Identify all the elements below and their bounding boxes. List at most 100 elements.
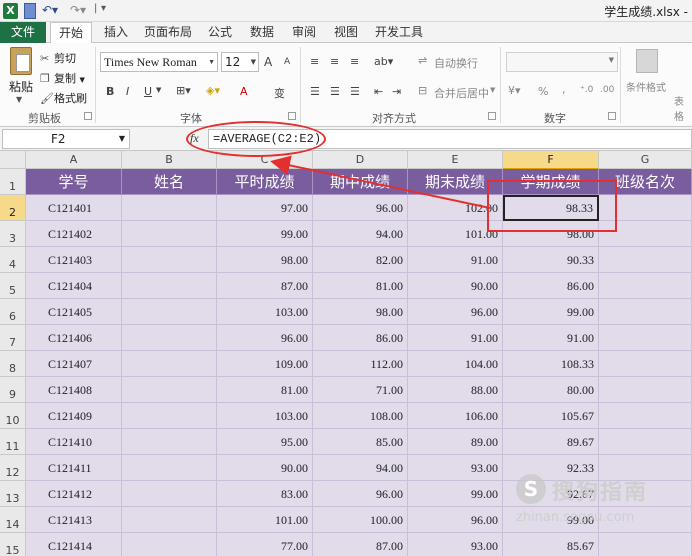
table-cell[interactable]: 99.00 (503, 507, 599, 533)
table-cell[interactable]: 96.00 (408, 507, 503, 533)
tab-data[interactable]: 数据 (244, 22, 280, 43)
table-cell[interactable] (599, 377, 692, 403)
column-header-a[interactable]: A (26, 151, 122, 169)
table-cell[interactable]: C121411 (26, 455, 122, 481)
table-cell[interactable]: 108.00 (313, 403, 408, 429)
table-cell[interactable]: 99.00 (217, 221, 313, 247)
italic-button[interactable]: I (126, 85, 129, 98)
table-cell[interactable]: C121407 (26, 351, 122, 377)
borders-icon[interactable]: ⊞▾ (176, 84, 191, 97)
table-cell[interactable]: 94.00 (313, 455, 408, 481)
table-cell[interactable]: 91.00 (503, 325, 599, 351)
table-cell[interactable]: 77.00 (217, 533, 313, 556)
table-cell[interactable] (122, 377, 217, 403)
table-cell[interactable]: C121409 (26, 403, 122, 429)
paste-icon[interactable] (10, 47, 32, 75)
align-middle-icon[interactable]: ≡ (330, 55, 339, 68)
header-cell[interactable]: 姓名 (122, 169, 217, 195)
table-cell[interactable] (122, 403, 217, 429)
table-cell[interactable]: 89.67 (503, 429, 599, 455)
table-cell[interactable]: 87.00 (313, 533, 408, 556)
table-cell[interactable]: 85.67 (503, 533, 599, 556)
table-cell[interactable] (122, 273, 217, 299)
table-cell[interactable]: C121403 (26, 247, 122, 273)
tab-developer[interactable]: 开发工具 (370, 22, 428, 43)
table-cell[interactable]: 99.00 (408, 481, 503, 507)
table-cell[interactable] (122, 247, 217, 273)
copy-button[interactable]: ❐ 复制 ▼ (40, 70, 85, 86)
clipboard-launcher-icon[interactable] (84, 112, 92, 120)
table-cell[interactable]: 101.00 (217, 507, 313, 533)
table-cell[interactable]: 112.00 (313, 351, 408, 377)
table-cell[interactable]: 98.00 (503, 221, 599, 247)
header-cell[interactable]: 学期成绩 (503, 169, 599, 195)
row-header-7[interactable]: 7 (0, 325, 26, 351)
selected-cell[interactable]: 98.33 (503, 195, 599, 221)
insert-function-icon[interactable]: fx (190, 131, 199, 146)
table-cell[interactable]: 104.00 (408, 351, 503, 377)
format-as-table-button[interactable]: 表格 (674, 93, 692, 123)
table-cell[interactable]: 101.00 (408, 221, 503, 247)
row-header-1[interactable]: 1 (0, 169, 26, 195)
decrease-indent-icon[interactable]: ⇤ (374, 85, 383, 98)
table-cell[interactable]: 99.00 (503, 299, 599, 325)
align-bottom-icon[interactable]: ≡ (350, 55, 359, 68)
table-cell[interactable]: 88.00 (408, 377, 503, 403)
table-cell[interactable]: C121414 (26, 533, 122, 556)
table-cell[interactable]: C121408 (26, 377, 122, 403)
table-cell[interactable]: 81.00 (313, 273, 408, 299)
table-cell[interactable]: 103.00 (217, 299, 313, 325)
phonetic-button[interactable]: 变 (274, 85, 285, 101)
table-cell[interactable]: 108.33 (503, 351, 599, 377)
table-cell[interactable]: C121401 (26, 195, 122, 221)
table-cell[interactable]: 96.00 (313, 195, 408, 221)
table-cell[interactable] (599, 429, 692, 455)
header-cell[interactable]: 期中成绩 (313, 169, 408, 195)
table-cell[interactable]: 89.00 (408, 429, 503, 455)
table-cell[interactable]: 90.33 (503, 247, 599, 273)
row-header-8[interactable]: 8 (0, 351, 26, 377)
paste-button-label[interactable]: 粘贴 (9, 78, 33, 95)
table-cell[interactable]: 96.00 (313, 481, 408, 507)
align-center-icon[interactable]: ☰ (330, 85, 340, 98)
row-header-6[interactable]: 6 (0, 299, 26, 325)
tab-review[interactable]: 审阅 (286, 22, 322, 43)
table-cell[interactable]: C121405 (26, 299, 122, 325)
table-cell[interactable] (122, 299, 217, 325)
tab-view[interactable]: 视图 (328, 22, 364, 43)
table-cell[interactable] (122, 351, 217, 377)
table-cell[interactable]: 91.00 (408, 325, 503, 351)
bold-button[interactable]: B (106, 85, 114, 98)
row-header-5[interactable]: 5 (0, 273, 26, 299)
worksheet-grid[interactable]: A B C D E F G 1 学号 姓名 平时成绩 期中成绩 期末成绩 学期成绩 班级名次 2 C121401… (0, 151, 692, 556)
table-cell[interactable] (122, 221, 217, 247)
customize-quick-access-icon[interactable]: ▾ (101, 3, 106, 14)
table-cell[interactable]: C121410 (26, 429, 122, 455)
underline-button[interactable]: U (144, 85, 152, 98)
wrap-text-icon[interactable]: ⇌ (418, 54, 427, 67)
alignment-launcher-icon[interactable] (488, 112, 496, 120)
table-cell[interactable] (122, 325, 217, 351)
conditional-format-icon[interactable] (636, 49, 658, 73)
tab-formulas[interactable]: 公式 (202, 22, 238, 43)
tab-home[interactable]: 开始 (50, 22, 92, 44)
table-cell[interactable] (599, 507, 692, 533)
table-cell[interactable]: 96.00 (408, 299, 503, 325)
header-cell[interactable]: 平时成绩 (217, 169, 313, 195)
table-cell[interactable] (599, 455, 692, 481)
table-cell[interactable]: 106.00 (408, 403, 503, 429)
column-header-e[interactable]: E (408, 151, 503, 169)
table-cell[interactable]: 86.00 (503, 273, 599, 299)
row-header-10[interactable]: 10 (0, 403, 26, 429)
table-cell[interactable]: 94.00 (313, 221, 408, 247)
grow-font-button[interactable]: A (264, 55, 272, 69)
table-cell[interactable]: 81.00 (217, 377, 313, 403)
table-cell[interactable] (599, 403, 692, 429)
tab-page-layout[interactable]: 页面布局 (138, 22, 198, 43)
redo-icon[interactable]: ↷▾ (70, 3, 86, 19)
table-cell[interactable]: 93.00 (408, 455, 503, 481)
conditional-format-button[interactable]: 条件格式 (626, 79, 666, 94)
table-cell[interactable] (122, 533, 217, 556)
column-header-d[interactable]: D (313, 151, 408, 169)
table-cell[interactable]: 102.00 (408, 195, 503, 221)
